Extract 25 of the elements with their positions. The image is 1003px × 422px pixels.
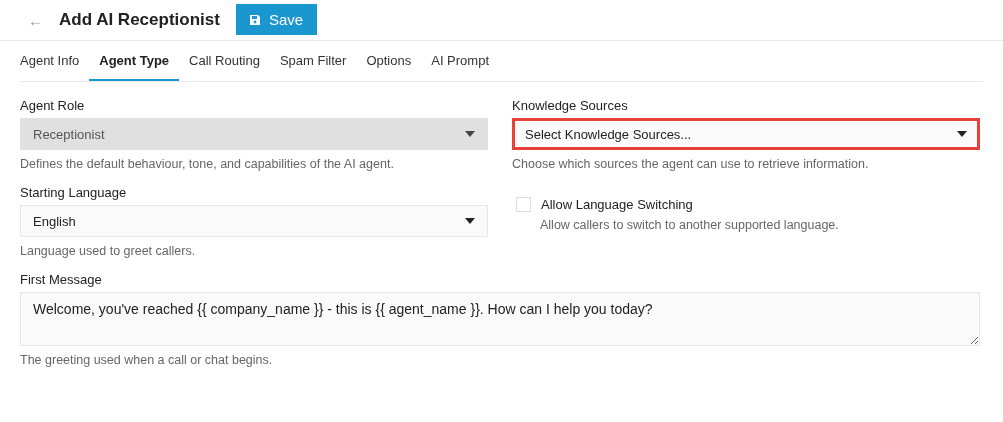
save-icon <box>248 13 261 26</box>
caret-icon <box>465 218 475 224</box>
tab[interactable]: Spam Filter <box>269 41 357 81</box>
checkbox-label: Allow Language Switching <box>541 197 693 212</box>
tab[interactable]: Options <box>356 41 422 81</box>
message-field[interactable]: Welcome, you've reached {{ company_name }} - this is {{ agent_name }}. How can I help you today? <box>20 292 980 346</box>
help-text: Allow callers to switch to another supported language. <box>540 218 839 232</box>
field-label: Knowledge Sources <box>512 98 628 113</box>
tab[interactable]: AI Prompt <box>421 41 499 81</box>
tab[interactable]: Agent Info <box>20 41 90 81</box>
tab[interactable]: Call Routing <box>179 41 270 81</box>
field-label: First Message <box>20 272 102 287</box>
caret-icon <box>957 131 967 137</box>
help-text: Language used to greet callers. <box>20 244 196 258</box>
page-title: Add AI Receptionist <box>59 10 220 30</box>
checkbox[interactable] <box>516 197 531 212</box>
help-text: Choose which sources the agent can use to retrieve information. <box>512 157 869 171</box>
help-text: Defines the default behaviour, tone, and capabilities of the AI agent. <box>20 157 394 171</box>
knowledge-sources-select[interactable]: Select Knowledge Sources... <box>512 118 980 150</box>
caret-icon <box>465 131 475 137</box>
help-text: The greeting used when a call or chat begins. <box>20 353 273 367</box>
field-label: Agent Role <box>20 98 85 113</box>
language-select[interactable]: English <box>20 205 488 237</box>
tab[interactable]: Agent Type <box>89 41 180 81</box>
field-label: Starting Language <box>20 185 127 200</box>
